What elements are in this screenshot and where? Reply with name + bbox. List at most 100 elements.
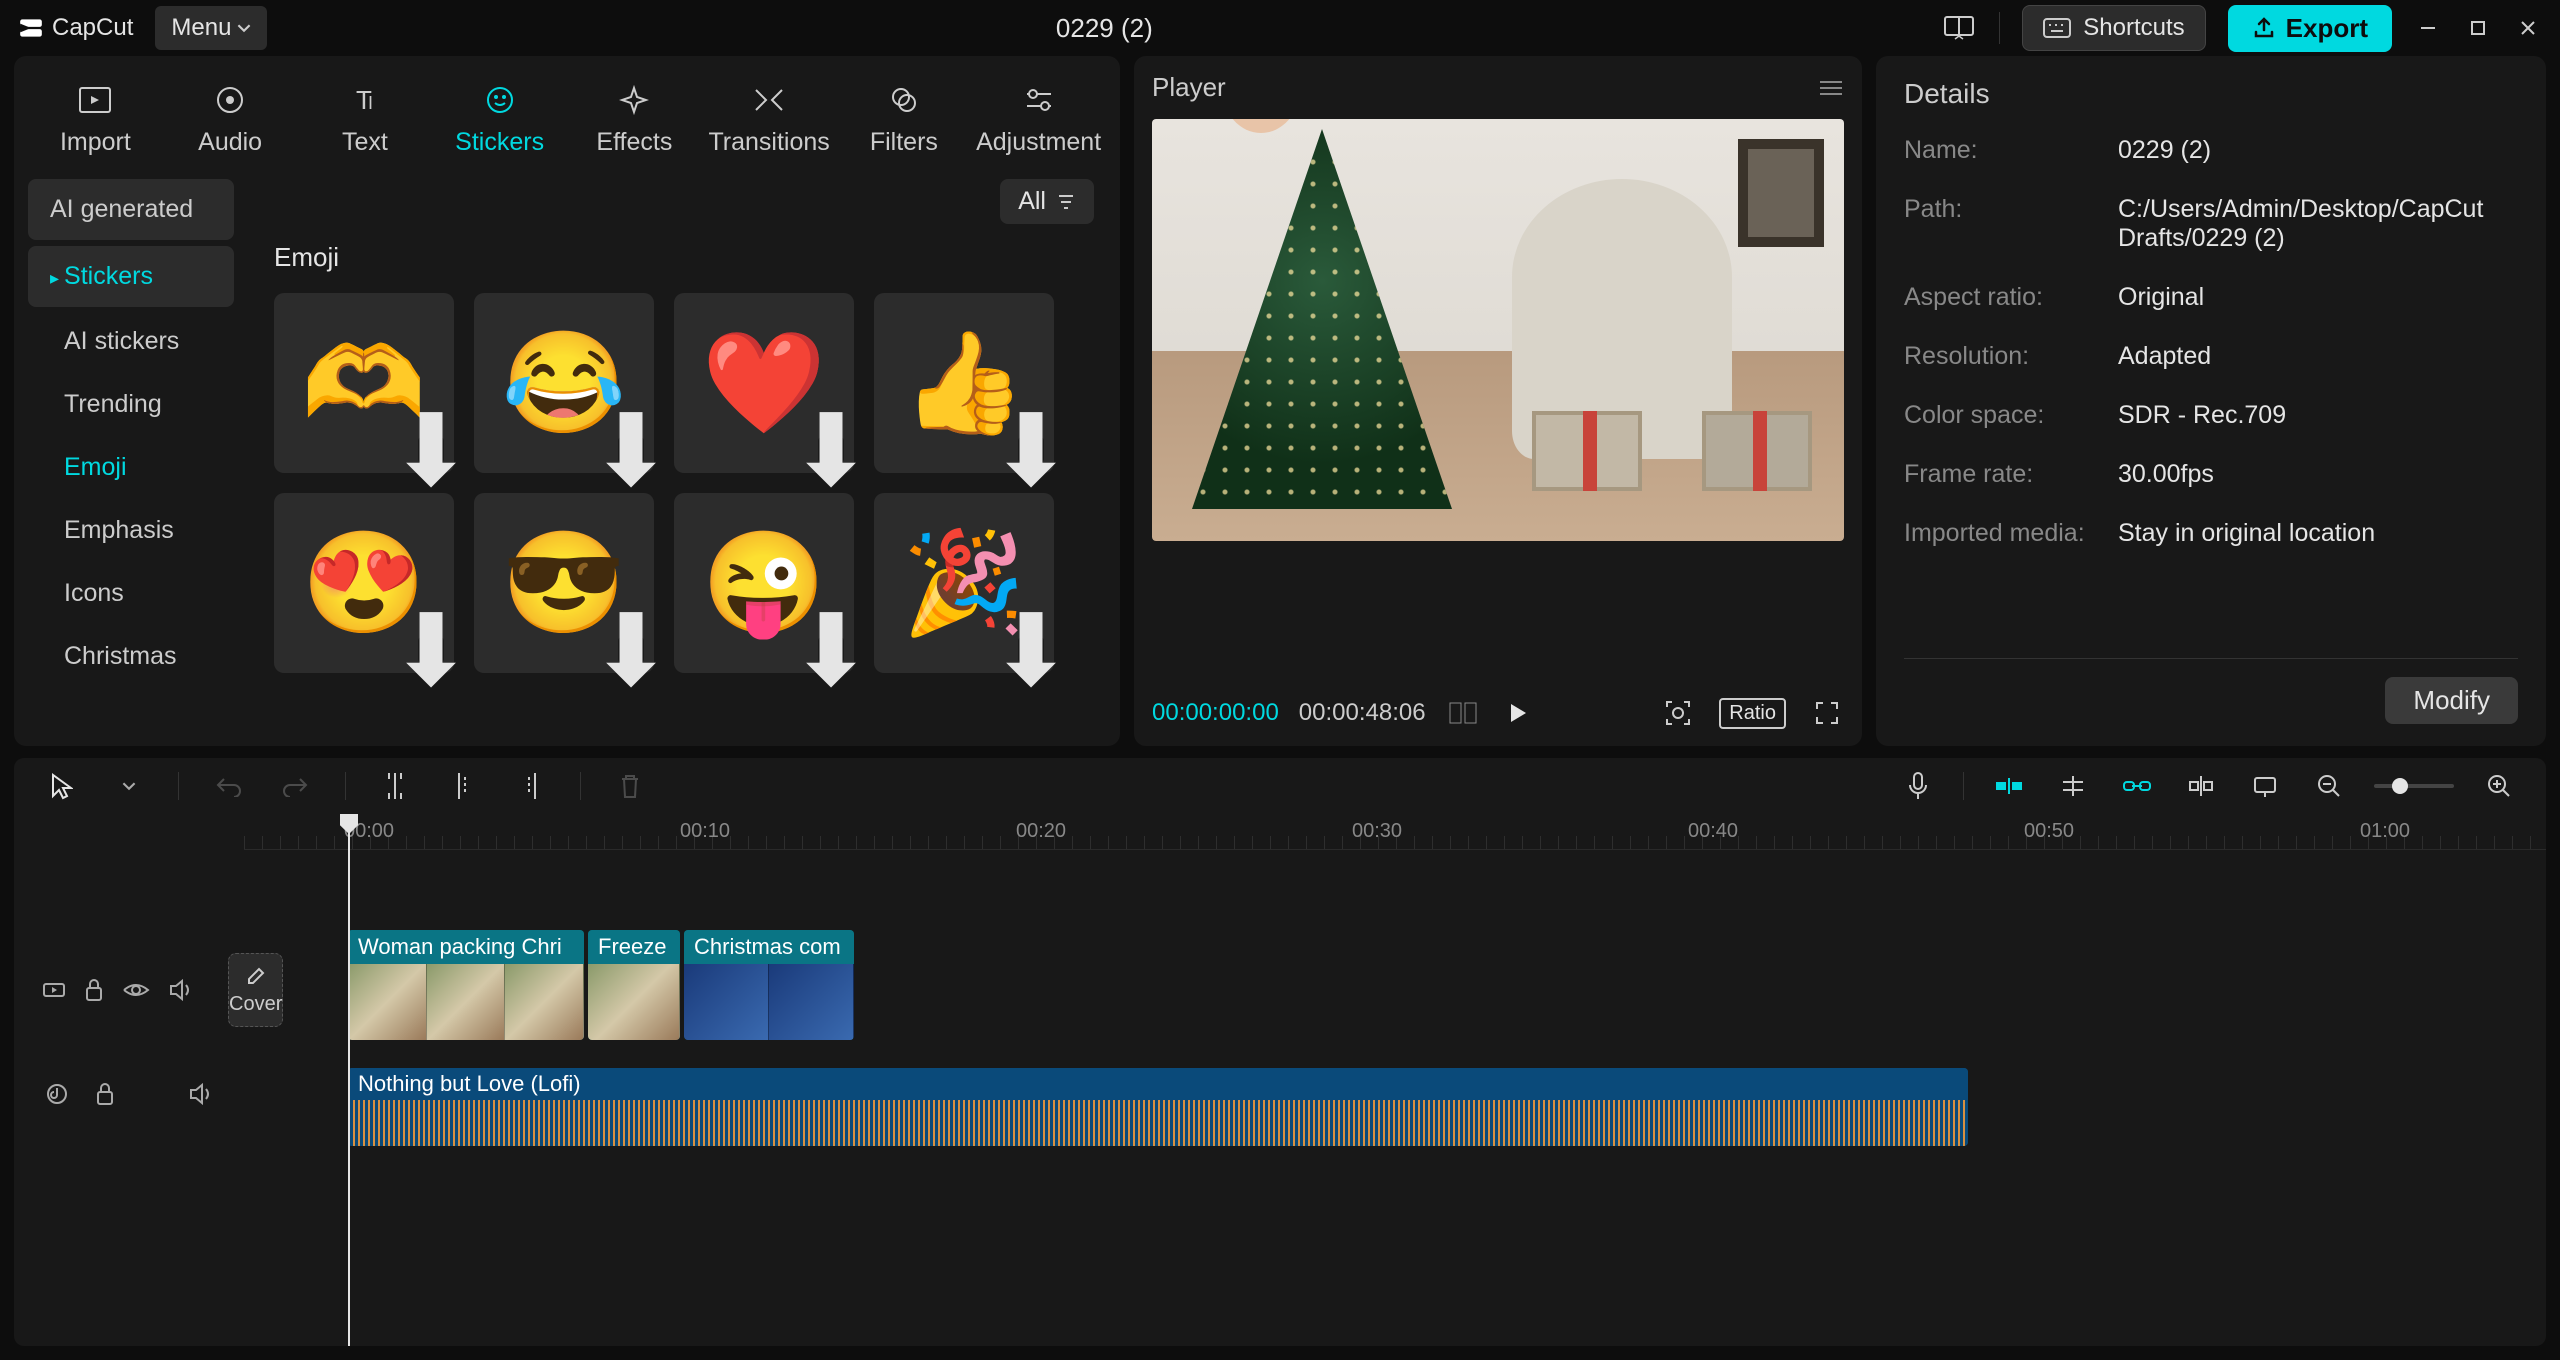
sidebar-sub-christmas[interactable]: Christmas [28, 628, 234, 685]
detail-label-name: Name: [1904, 136, 2118, 165]
sidebar-sub-emoji[interactable]: Emoji [28, 439, 234, 496]
tab-import[interactable]: Import [28, 74, 163, 165]
sidebar-sub-ai-stickers[interactable]: AI stickers [28, 313, 234, 370]
window-minimize[interactable] [2414, 14, 2442, 42]
video-clip[interactable]: Woman packing Chri [348, 930, 584, 1040]
download-icon[interactable]: ⬇ [818, 437, 844, 463]
download-icon[interactable]: ⬇ [418, 437, 444, 463]
video-clip[interactable]: Freeze [588, 930, 680, 1040]
sticker-thumbs-up[interactable]: 👍⬇ [874, 293, 1054, 473]
sidebar-sub-icons[interactable]: Icons [28, 565, 234, 622]
sticker-laugh-cry[interactable]: 😂⬇ [474, 293, 654, 473]
detail-value-aspect: Original [2118, 283, 2518, 312]
detail-label-aspect: Aspect ratio: [1904, 283, 2118, 312]
download-icon[interactable]: ⬇ [618, 637, 644, 663]
keyboard-icon [2043, 18, 2071, 38]
zoom-slider[interactable] [2374, 784, 2454, 788]
effects-icon [616, 82, 652, 118]
lock-icon[interactable] [84, 975, 104, 1005]
link-icon[interactable] [2118, 767, 2156, 805]
tab-adjustment[interactable]: Adjustment [971, 74, 1106, 165]
lock-icon[interactable] [90, 1079, 120, 1109]
download-icon[interactable]: ⬇ [418, 637, 444, 663]
window-close[interactable] [2514, 14, 2542, 42]
play-button[interactable] [1500, 696, 1534, 730]
pointer-tool[interactable] [42, 767, 80, 805]
sidebar-item-ai-generated[interactable]: AI generated [28, 179, 234, 240]
preview-axis-icon[interactable] [2182, 767, 2220, 805]
mute-icon[interactable] [168, 975, 194, 1005]
sidebar-sub-trending[interactable]: Trending [28, 376, 234, 433]
sidebar-item-stickers[interactable]: Stickers [28, 246, 234, 307]
delete-tool[interactable] [611, 767, 649, 805]
trim-left-tool[interactable] [444, 767, 482, 805]
download-icon[interactable]: ⬇ [1018, 437, 1044, 463]
snap-track-icon[interactable] [2054, 767, 2092, 805]
sticker-hearts[interactable]: ❤️⬇ [674, 293, 854, 473]
media-content: All Emoji 🫶⬇ 😂⬇ ❤️⬇ 👍⬇ 😍⬇ 😎⬇ 😜⬇ 🎉⬇ [248, 165, 1120, 746]
compare-icon[interactable] [1446, 696, 1480, 730]
tab-filters[interactable]: Filters [837, 74, 972, 165]
trim-right-tool[interactable] [512, 767, 550, 805]
sticker-heart-hands[interactable]: 🫶⬇ [274, 293, 454, 473]
ruler-tick: 00:30 [1352, 820, 1402, 843]
undo-button[interactable] [209, 767, 247, 805]
timeline: Cover 00:00 00:10 00:20 00:30 00:40 00:5… [14, 814, 2546, 1346]
download-icon[interactable]: ⬇ [818, 637, 844, 663]
tab-text[interactable]: TIText [298, 74, 433, 165]
ruler-tick: 00:20 [1016, 820, 1066, 843]
sticker-party[interactable]: 🎉⬇ [874, 493, 1054, 673]
tab-stickers[interactable]: Stickers [432, 74, 567, 165]
playhead[interactable] [348, 814, 350, 1346]
zoom-out-icon[interactable] [2310, 767, 2348, 805]
redo-button[interactable] [277, 767, 315, 805]
timeline-ruler[interactable]: 00:00 00:10 00:20 00:30 00:40 00:50 01:0… [244, 814, 2546, 850]
detail-label-colorspace: Color space: [1904, 401, 2118, 430]
scan-icon[interactable] [1661, 696, 1695, 730]
app-logo: CapCut [18, 14, 133, 42]
timeline-toolbar [14, 758, 2546, 814]
pointer-dropdown[interactable] [110, 767, 148, 805]
fullscreen-icon[interactable] [1810, 696, 1844, 730]
sticker-wink-tongue[interactable]: 😜⬇ [674, 493, 854, 673]
sidebar-sub-emphasis[interactable]: Emphasis [28, 502, 234, 559]
player-viewport[interactable] [1152, 119, 1844, 541]
ratio-button[interactable]: Ratio [1719, 698, 1786, 729]
current-timecode: 00:00:00:00 [1152, 699, 1279, 727]
marker-icon[interactable] [2246, 767, 2284, 805]
menu-button[interactable]: Menu [155, 6, 267, 50]
sticker-heart-eyes[interactable]: 😍⬇ [274, 493, 454, 673]
video-track-toggle-icon[interactable] [42, 975, 66, 1005]
mute-icon[interactable] [186, 1079, 216, 1109]
tab-transitions[interactable]: Transitions [702, 74, 837, 165]
eye-icon[interactable] [122, 975, 150, 1005]
ruler-tick: 00:40 [1688, 820, 1738, 843]
download-icon[interactable]: ⬇ [1018, 637, 1044, 663]
split-tool[interactable] [376, 767, 414, 805]
mic-icon[interactable] [1899, 767, 1937, 805]
shortcuts-button[interactable]: Shortcuts [2022, 5, 2205, 51]
duration-timecode: 00:00:48:06 [1299, 699, 1426, 727]
player-menu-icon[interactable] [1818, 78, 1844, 98]
filter-all-chip[interactable]: All [1000, 179, 1094, 224]
tab-audio[interactable]: Audio [163, 74, 298, 165]
zoom-in-icon[interactable] [2480, 767, 2518, 805]
detail-value-name: 0229 (2) [2118, 136, 2518, 165]
layout-icon[interactable] [1941, 10, 1977, 46]
window-maximize[interactable] [2464, 14, 2492, 42]
modify-button[interactable]: Modify [2385, 677, 2518, 724]
sticker-sunglasses[interactable]: 😎⬇ [474, 493, 654, 673]
video-clip[interactable]: Christmas com [684, 930, 854, 1040]
audio-clip[interactable]: Nothing but Love (Lofi) [348, 1068, 1968, 1146]
detail-value-framerate: 30.00fps [2118, 460, 2518, 489]
download-icon[interactable]: ⬇ [618, 437, 644, 463]
audio-track-toggle-icon[interactable] [42, 1079, 72, 1109]
export-icon [2252, 16, 2276, 40]
tab-effects[interactable]: Effects [567, 74, 702, 165]
capcut-logo-icon [18, 15, 44, 41]
export-button[interactable]: Export [2228, 5, 2392, 52]
timeline-tracks-area[interactable]: 00:00 00:10 00:20 00:30 00:40 00:50 01:0… [244, 814, 2546, 1346]
snap-main-icon[interactable] [1990, 767, 2028, 805]
details-panel: Details Name:0229 (2) Path:C:/Users/Admi… [1876, 56, 2546, 746]
filter-icon [1056, 192, 1076, 212]
